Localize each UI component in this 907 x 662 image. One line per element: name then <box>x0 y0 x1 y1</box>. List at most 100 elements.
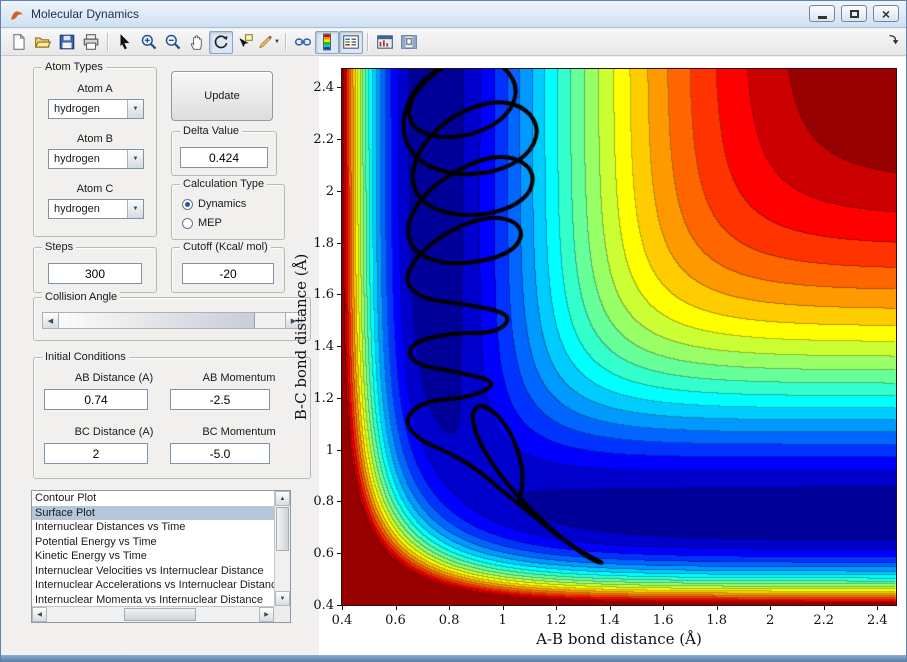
initial-conditions-group: Initial Conditions AB Distance (A) AB Mo… <box>33 357 311 479</box>
atom-c-value: hydrogen <box>54 203 100 215</box>
y-tick-label: 2.2 <box>300 132 334 147</box>
show-plot-tools-button[interactable] <box>397 31 421 54</box>
minimize-button[interactable] <box>809 5 835 22</box>
ab-momentum-label: AB Momentum <box>184 372 294 384</box>
ab-momentum-field[interactable] <box>170 389 270 410</box>
plot-list-item[interactable]: Contour Plot <box>32 491 274 506</box>
chevron-down-icon: ▼ <box>133 106 139 112</box>
rotate-3d-button[interactable] <box>209 31 233 54</box>
insert-colorbar-button[interactable] <box>315 31 339 54</box>
figure-toolbar: ▼ <box>1 29 906 56</box>
cutoff-field[interactable] <box>182 263 274 284</box>
update-button[interactable]: Update <box>171 71 273 121</box>
open-file-button[interactable] <box>31 31 55 54</box>
plot-list-item[interactable]: Internuclear Momenta vs Internuclear Dis… <box>32 593 274 607</box>
link-plots-button[interactable] <box>291 31 315 54</box>
x-tick-label: 2.4 <box>862 613 892 628</box>
edit-plot-button[interactable] <box>113 31 137 54</box>
save-icon <box>58 33 76 51</box>
atom-b-dropdown-button[interactable]: ▼ <box>127 150 143 168</box>
plot-list-item[interactable]: Internuclear Velocities vs Internuclear … <box>32 564 274 579</box>
scroll-down-icon[interactable]: ▼ <box>275 591 290 606</box>
steps-field[interactable] <box>48 263 142 284</box>
save-figure-button[interactable] <box>55 31 79 54</box>
insert-legend-button[interactable] <box>339 31 363 54</box>
delta-value-field[interactable] <box>180 147 268 168</box>
atom-b-label: Atom B <box>34 133 156 145</box>
radio-dynamics[interactable]: Dynamics <box>182 198 246 210</box>
radio-selected-icon <box>182 199 193 210</box>
brush-icon <box>258 33 273 51</box>
atom-b-select[interactable]: hydrogen ▼ <box>48 149 144 169</box>
x-tick-label: 0.6 <box>381 613 411 628</box>
atom-a-select[interactable]: hydrogen ▼ <box>48 99 144 119</box>
vertical-scroll-thumb[interactable] <box>276 507 289 551</box>
tools-on-icon <box>400 33 418 51</box>
print-figure-button[interactable] <box>79 31 103 54</box>
plot-type-listbox[interactable]: Contour PlotSurface PlotInternuclear Dis… <box>31 490 291 623</box>
radio-mep[interactable]: MEP <box>182 217 222 229</box>
cutoff-title: Cutoff (Kcal/ mol) <box>180 241 271 253</box>
plot-list-item[interactable]: Surface Plot <box>32 506 274 521</box>
listbox-horizontal-scrollbar[interactable]: ◀ ▶ <box>32 606 274 622</box>
dock-figure-icon[interactable] <box>886 33 900 52</box>
chevron-down-icon: ▼ <box>133 156 139 162</box>
horizontal-scroll-thumb[interactable] <box>124 608 196 621</box>
colorbar-icon <box>318 33 336 51</box>
plot-list-item[interactable]: Kinetic Energy vs Time <box>32 549 274 564</box>
zoom-out-button[interactable] <box>161 31 185 54</box>
collision-angle-group: Collision Angle ◀ ▶ <box>33 297 311 341</box>
collision-angle-slider[interactable]: ◀ ▶ <box>42 312 302 329</box>
pan-icon <box>188 33 206 51</box>
maximize-button[interactable] <box>841 5 867 22</box>
minimize-icon <box>818 16 827 19</box>
plot-list-item[interactable]: Potential Energy vs Time <box>32 535 274 550</box>
ab-distance-field[interactable] <box>44 389 148 410</box>
scroll-left-icon[interactable]: ◀ <box>32 607 47 622</box>
y-axis-label: B-C bond distance (Å) <box>292 254 310 421</box>
contour-plot-canvas[interactable] <box>342 69 896 605</box>
atom-a-dropdown-button[interactable]: ▼ <box>127 100 143 118</box>
x-axis-label: A-B bond distance (Å) <box>342 630 896 648</box>
listbox-vertical-scrollbar[interactable]: ▲ ▼ <box>274 491 290 606</box>
bc-momentum-field[interactable] <box>170 443 270 464</box>
data-cursor-button[interactable] <box>233 31 257 54</box>
y-tick-mark <box>337 553 342 554</box>
slider-left-arrow[interactable]: ◀ <box>43 313 59 328</box>
new-figure-button[interactable] <box>7 31 31 54</box>
pointer-icon <box>116 33 134 51</box>
collision-angle-title: Collision Angle <box>42 291 120 303</box>
scroll-up-icon[interactable]: ▲ <box>275 491 290 506</box>
x-tick-mark <box>717 606 718 610</box>
slider-thumb[interactable] <box>59 313 255 328</box>
x-tick-mark <box>503 606 504 610</box>
y-tick-mark <box>337 398 342 399</box>
atom-c-label: Atom C <box>34 183 156 195</box>
atom-types-title: Atom Types <box>42 61 106 73</box>
bc-distance-label: BC Distance (A) <box>54 426 174 438</box>
scroll-right-icon[interactable]: ▶ <box>259 607 274 622</box>
zoom-in-button[interactable] <box>137 31 161 54</box>
window-bottom-frame <box>1 655 906 661</box>
brush-data-button[interactable]: ▼ <box>257 31 281 54</box>
calculation-type-title: Calculation Type <box>180 178 267 190</box>
pan-button[interactable] <box>185 31 209 54</box>
open-icon <box>34 33 52 51</box>
close-button[interactable]: × <box>873 5 899 22</box>
y-tick-mark <box>337 87 342 88</box>
rotate-icon <box>212 33 230 51</box>
toolbar-separator <box>367 33 369 51</box>
caret-down-icon[interactable]: ▼ <box>274 39 280 45</box>
y-tick-mark <box>337 243 342 244</box>
plot-list-item[interactable]: Internuclear Accelerations vs Internucle… <box>32 578 274 593</box>
hide-plot-tools-button[interactable] <box>373 31 397 54</box>
y-tick-label: 2.4 <box>300 80 334 95</box>
plot-list-item[interactable]: Internuclear Distances vs Time <box>32 520 274 535</box>
app-window: Molecular Dynamics × ▼ Atom Types Atom A… <box>0 0 907 662</box>
atom-c-dropdown-button[interactable]: ▼ <box>127 200 143 218</box>
atom-c-select[interactable]: hydrogen ▼ <box>48 199 144 219</box>
bc-distance-field[interactable] <box>44 443 148 464</box>
window-titlebar[interactable]: Molecular Dynamics × <box>1 1 906 28</box>
y-tick-label: 1.8 <box>300 236 334 251</box>
calculation-type-group: Calculation Type Dynamics MEP <box>171 184 285 240</box>
